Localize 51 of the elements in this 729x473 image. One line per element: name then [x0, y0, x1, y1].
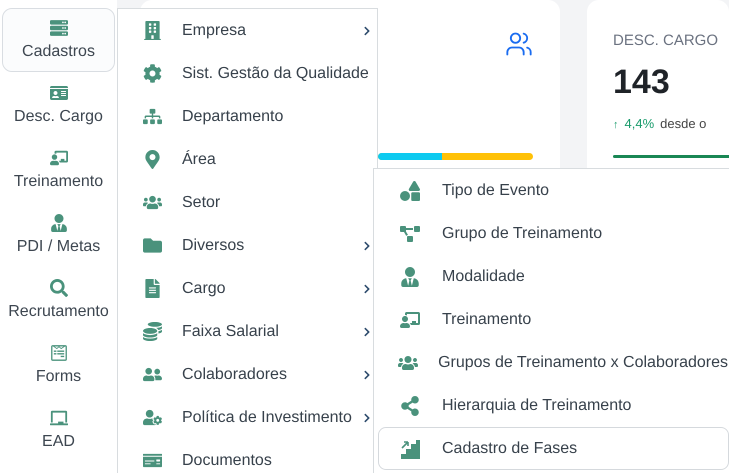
stairs-icon [399, 438, 421, 460]
trend-arrow: ↑ [613, 119, 618, 131]
sidebar-item[interactable]: Desc. Cargo [2, 73, 115, 137]
sidebar-item[interactable]: Forms [2, 333, 115, 397]
change-caption: desde o [660, 116, 706, 131]
menu-item[interactable]: Tipo de Evento [378, 169, 729, 212]
shapes-icon [400, 180, 420, 200]
card-title: DESC. CARGO [613, 32, 720, 49]
folder-icon [142, 236, 162, 255]
sidebar-item[interactable]: Recrutamento [2, 268, 115, 332]
menu-item[interactable]: Setor [118, 181, 377, 224]
menu-item[interactable]: Empresa [118, 9, 377, 52]
building-icon [142, 21, 162, 40]
coins-icon [142, 322, 162, 341]
menu-item[interactable]: Faixa Salarial [118, 310, 377, 353]
change-percent: 4,4% [624, 116, 654, 131]
classroom-icon [50, 409, 68, 427]
menu-item[interactable]: Treinamento [378, 298, 729, 341]
id-card-icon [50, 84, 68, 102]
menu-item[interactable]: Documentos [118, 439, 377, 473]
group-icon [142, 193, 162, 212]
menu-item[interactable]: Cadastro de Fases [378, 427, 729, 470]
stat-value: 143 [613, 63, 671, 102]
person-icon [142, 408, 162, 427]
list-icon [50, 19, 68, 37]
people-icon [142, 365, 162, 384]
presentation-icon [50, 149, 68, 167]
share-nodes-icon [400, 396, 420, 416]
menu-item[interactable]: Cargo [118, 267, 377, 310]
menu-item[interactable]: Modalidade [378, 255, 729, 298]
form-icon [50, 344, 68, 362]
sidebar-item[interactable]: Cadastros [2, 8, 115, 72]
location-pin-icon [142, 150, 162, 169]
menu-item[interactable]: Área [118, 138, 377, 181]
sidebar-item[interactable]: PDI / Metas [2, 203, 115, 267]
presentation-icon [400, 310, 420, 330]
menu-item[interactable]: Diversos [118, 224, 377, 267]
menu-item[interactable]: Grupos de Treinamento x Colaboradores [378, 341, 729, 384]
sidebar-item[interactable]: Treinamento [2, 138, 115, 202]
sidebar-item[interactable]: EAD [2, 398, 115, 462]
org-chart-icon [142, 107, 162, 126]
document-icon [142, 279, 162, 298]
menu-item[interactable]: Departamento [118, 95, 377, 138]
users-icon [505, 30, 533, 58]
settings-icon [142, 64, 162, 83]
menu-item[interactable]: Colaboradores [118, 353, 377, 396]
menu-item[interactable]: Grupo de Treinamento [378, 212, 729, 255]
person-icon [400, 266, 420, 286]
menu-item[interactable]: Política de Investimento [118, 396, 377, 439]
menu-item[interactable]: Hierarquia de Treinamento [378, 384, 729, 427]
menu-item[interactable]: Sist. Gestão da Qualidade [118, 52, 377, 95]
